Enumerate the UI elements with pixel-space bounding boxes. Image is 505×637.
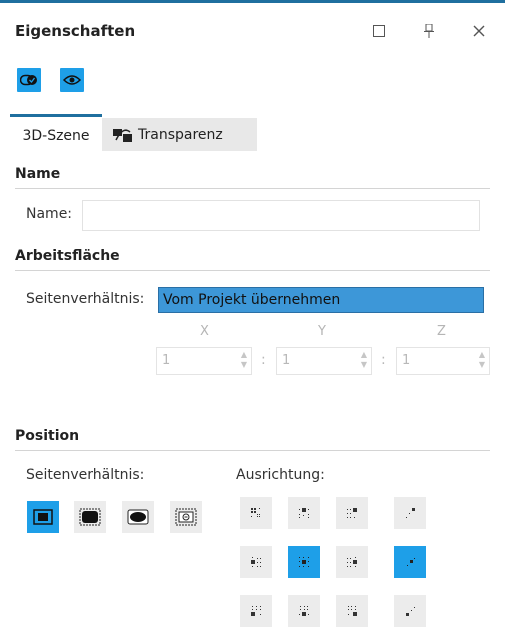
y-spinbox[interactable]: 1 ▲ ▼ [276, 347, 372, 375]
close-button[interactable] [468, 20, 490, 42]
align-top-corner-icon [406, 508, 415, 518]
tab-label: 3D-Szene [22, 127, 90, 144]
transparency-icon [113, 128, 132, 142]
maximize-button[interactable] [368, 20, 390, 42]
spin-arrows-icon[interactable]: ▲ ▼ [241, 350, 247, 370]
axis-label-z: Z [437, 324, 446, 339]
align-bottom-center-icon [299, 606, 309, 616]
align-top-left[interactable] [240, 497, 272, 529]
align-bottom-left[interactable] [240, 595, 272, 627]
toggle-visibility-check-button[interactable] [17, 68, 41, 92]
align-top-center[interactable] [288, 497, 320, 529]
align-bottom-right-icon [348, 606, 357, 616]
aspect-ratio-label: Seitenverhältnis: [26, 291, 145, 307]
tab-label: Transparenz [138, 126, 223, 143]
align-top-right-icon [347, 508, 357, 518]
eye-icon [63, 75, 81, 85]
window-top-border [0, 0, 505, 3]
align-bottom-corner[interactable] [394, 595, 426, 627]
align-middle-right[interactable] [336, 546, 368, 578]
section-title-workspace: Arbeitsfläche [15, 248, 120, 264]
z-spinbox[interactable]: 1 ▲ ▼ [396, 347, 490, 375]
align-bottom-right[interactable] [336, 595, 368, 627]
section-title-name: Name [15, 166, 61, 182]
aspect-ellipse-button[interactable] [122, 501, 154, 533]
spin-arrows-icon[interactable]: ▲ ▼ [361, 350, 367, 370]
toggle-check-icon [20, 74, 37, 86]
align-bottom-left-icon [251, 606, 261, 616]
close-icon [473, 25, 485, 37]
separator: : [381, 352, 386, 368]
align-middle-corner-icon [407, 558, 415, 566]
aspect-fit-button[interactable] [27, 501, 59, 533]
pin-icon [424, 24, 434, 38]
align-top-right[interactable] [336, 497, 368, 529]
alignment-label: Ausrichtung: [236, 467, 325, 483]
x-spinbox[interactable]: 1 ▲ ▼ [156, 347, 252, 375]
position-aspect-label: Seitenverhältnis: [26, 467, 145, 483]
separator: : [261, 352, 266, 368]
aspect-fill-button[interactable] [74, 501, 106, 533]
tab-transparency[interactable]: Transparenz [102, 118, 257, 151]
y-value: 1 [282, 353, 291, 368]
preview-eye-button[interactable] [60, 68, 84, 92]
section-divider [15, 188, 490, 189]
align-top-corner[interactable] [394, 497, 426, 529]
align-bottom-corner-icon [406, 607, 415, 616]
section-divider [15, 270, 490, 271]
axis-label-y: Y [318, 324, 326, 339]
align-middle-right-icon [347, 557, 357, 567]
section-divider [15, 450, 490, 451]
spin-arrows-icon[interactable]: ▲ ▼ [479, 350, 485, 370]
section-title-position: Position [15, 428, 80, 444]
pin-button[interactable] [418, 20, 440, 42]
center-crop-icon [175, 508, 197, 526]
x-value: 1 [162, 353, 171, 368]
align-middle-center-icon [299, 557, 309, 567]
fit-icon [33, 509, 53, 525]
fill-icon [79, 508, 101, 526]
aspect-center-button[interactable] [170, 501, 202, 533]
name-input[interactable] [82, 200, 480, 231]
align-middle-left-icon [251, 557, 261, 567]
name-label: Name: [26, 206, 73, 222]
panel-title: Eigenschaften [15, 22, 136, 40]
align-top-center-icon [299, 508, 309, 518]
ellipse-icon [127, 509, 149, 525]
align-bottom-center[interactable] [288, 595, 320, 627]
z-value: 1 [402, 353, 411, 368]
align-middle-center[interactable] [288, 546, 320, 578]
square-icon [373, 25, 385, 37]
align-middle-corner[interactable] [394, 546, 426, 578]
aspect-ratio-select[interactable]: Vom Projekt übernehmen [158, 287, 484, 313]
align-middle-left[interactable] [240, 546, 272, 578]
tab-3d-scene[interactable]: 3D-Szene [10, 114, 102, 154]
axis-label-x: X [200, 324, 209, 339]
align-top-left-icon [251, 508, 260, 517]
